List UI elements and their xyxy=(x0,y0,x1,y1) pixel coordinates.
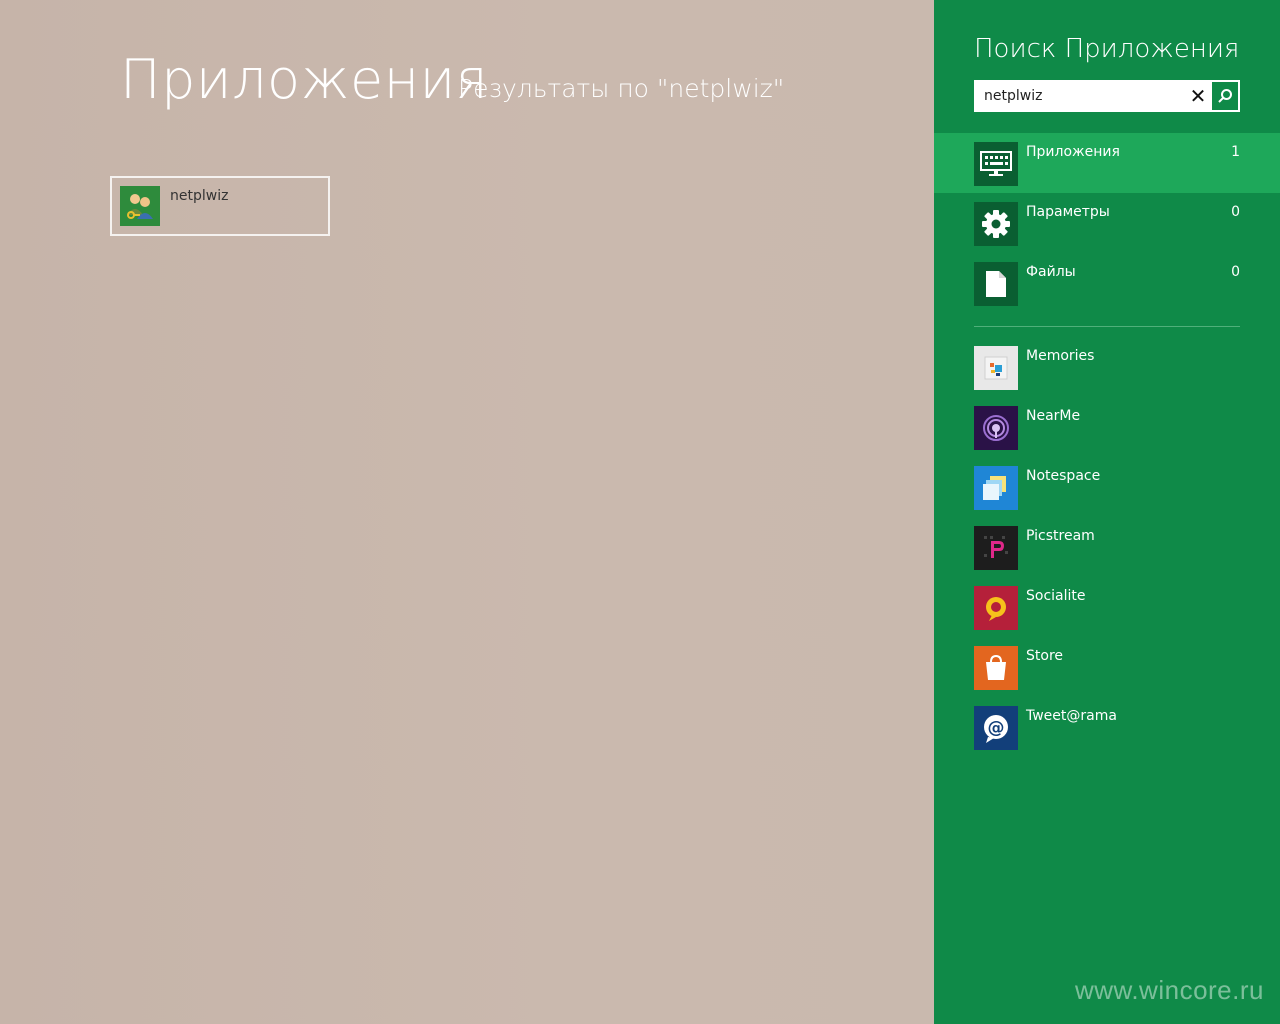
scope-item-apps[interactable]: Приложения 1 xyxy=(934,133,1280,193)
app-item-tweetarama[interactable]: @ Tweet@rama xyxy=(974,706,1240,752)
app-item-memories[interactable]: Memories xyxy=(974,346,1240,392)
search-results-area: Приложения Результаты по "netplwiz" netp… xyxy=(0,0,934,1024)
nearme-icon xyxy=(974,406,1018,450)
svg-text:@: @ xyxy=(988,718,1005,738)
notespace-icon xyxy=(974,466,1018,510)
scope-count: 1 xyxy=(1231,144,1240,160)
app-item-store[interactable]: Store xyxy=(974,646,1240,692)
scope-label: Файлы xyxy=(1026,264,1076,280)
app-label: Picstream xyxy=(1026,528,1095,544)
app-label: NearMe xyxy=(1026,408,1081,424)
search-charm-pane: Поиск Приложения ✕ xyxy=(934,0,1280,1024)
charm-title: Поиск Приложения xyxy=(974,34,1240,64)
page-title: Приложения xyxy=(120,48,489,111)
app-label: Notespace xyxy=(1026,468,1101,484)
tweetarama-icon: @ xyxy=(974,706,1018,750)
watermark: www.wincore.ru xyxy=(1074,975,1264,1005)
results-subtitle: Результаты по "netplwiz" xyxy=(458,74,785,103)
memories-icon xyxy=(974,346,1018,390)
search-icon xyxy=(1218,89,1232,103)
scope-item-settings[interactable]: Параметры 0 xyxy=(934,193,1280,253)
picstream-icon xyxy=(974,526,1018,570)
close-icon: ✕ xyxy=(1189,84,1207,108)
result-tile-label: netplwiz xyxy=(170,188,229,204)
app-item-nearme[interactable]: NearMe xyxy=(974,406,1240,452)
app-item-notespace[interactable]: Notespace xyxy=(974,466,1240,512)
scope-label: Параметры xyxy=(1026,204,1110,220)
app-label: Store xyxy=(1026,648,1064,664)
clear-search-button[interactable]: ✕ xyxy=(1184,82,1212,110)
app-item-socialite[interactable]: Socialite xyxy=(974,586,1240,632)
scope-label: Приложения xyxy=(1026,144,1120,160)
search-button[interactable] xyxy=(1212,82,1238,110)
gear-icon xyxy=(974,202,1018,246)
divider xyxy=(974,326,1240,327)
search-input[interactable] xyxy=(976,82,1184,110)
search-box: ✕ xyxy=(974,80,1240,112)
app-label: Tweet@rama xyxy=(1026,708,1117,724)
file-icon xyxy=(974,262,1018,306)
app-item-picstream[interactable]: Picstream xyxy=(974,526,1240,572)
socialite-icon xyxy=(974,586,1018,630)
scope-count: 0 xyxy=(1231,264,1240,280)
users-keys-icon xyxy=(120,186,160,226)
result-tile-netplwiz[interactable]: netplwiz xyxy=(110,176,330,236)
scope-item-files[interactable]: Файлы 0 xyxy=(934,253,1280,313)
app-label: Memories xyxy=(1026,348,1095,364)
app-label: Socialite xyxy=(1026,588,1086,604)
scope-count: 0 xyxy=(1231,204,1240,220)
store-icon xyxy=(974,646,1018,690)
keyboard-monitor-icon xyxy=(974,142,1018,186)
